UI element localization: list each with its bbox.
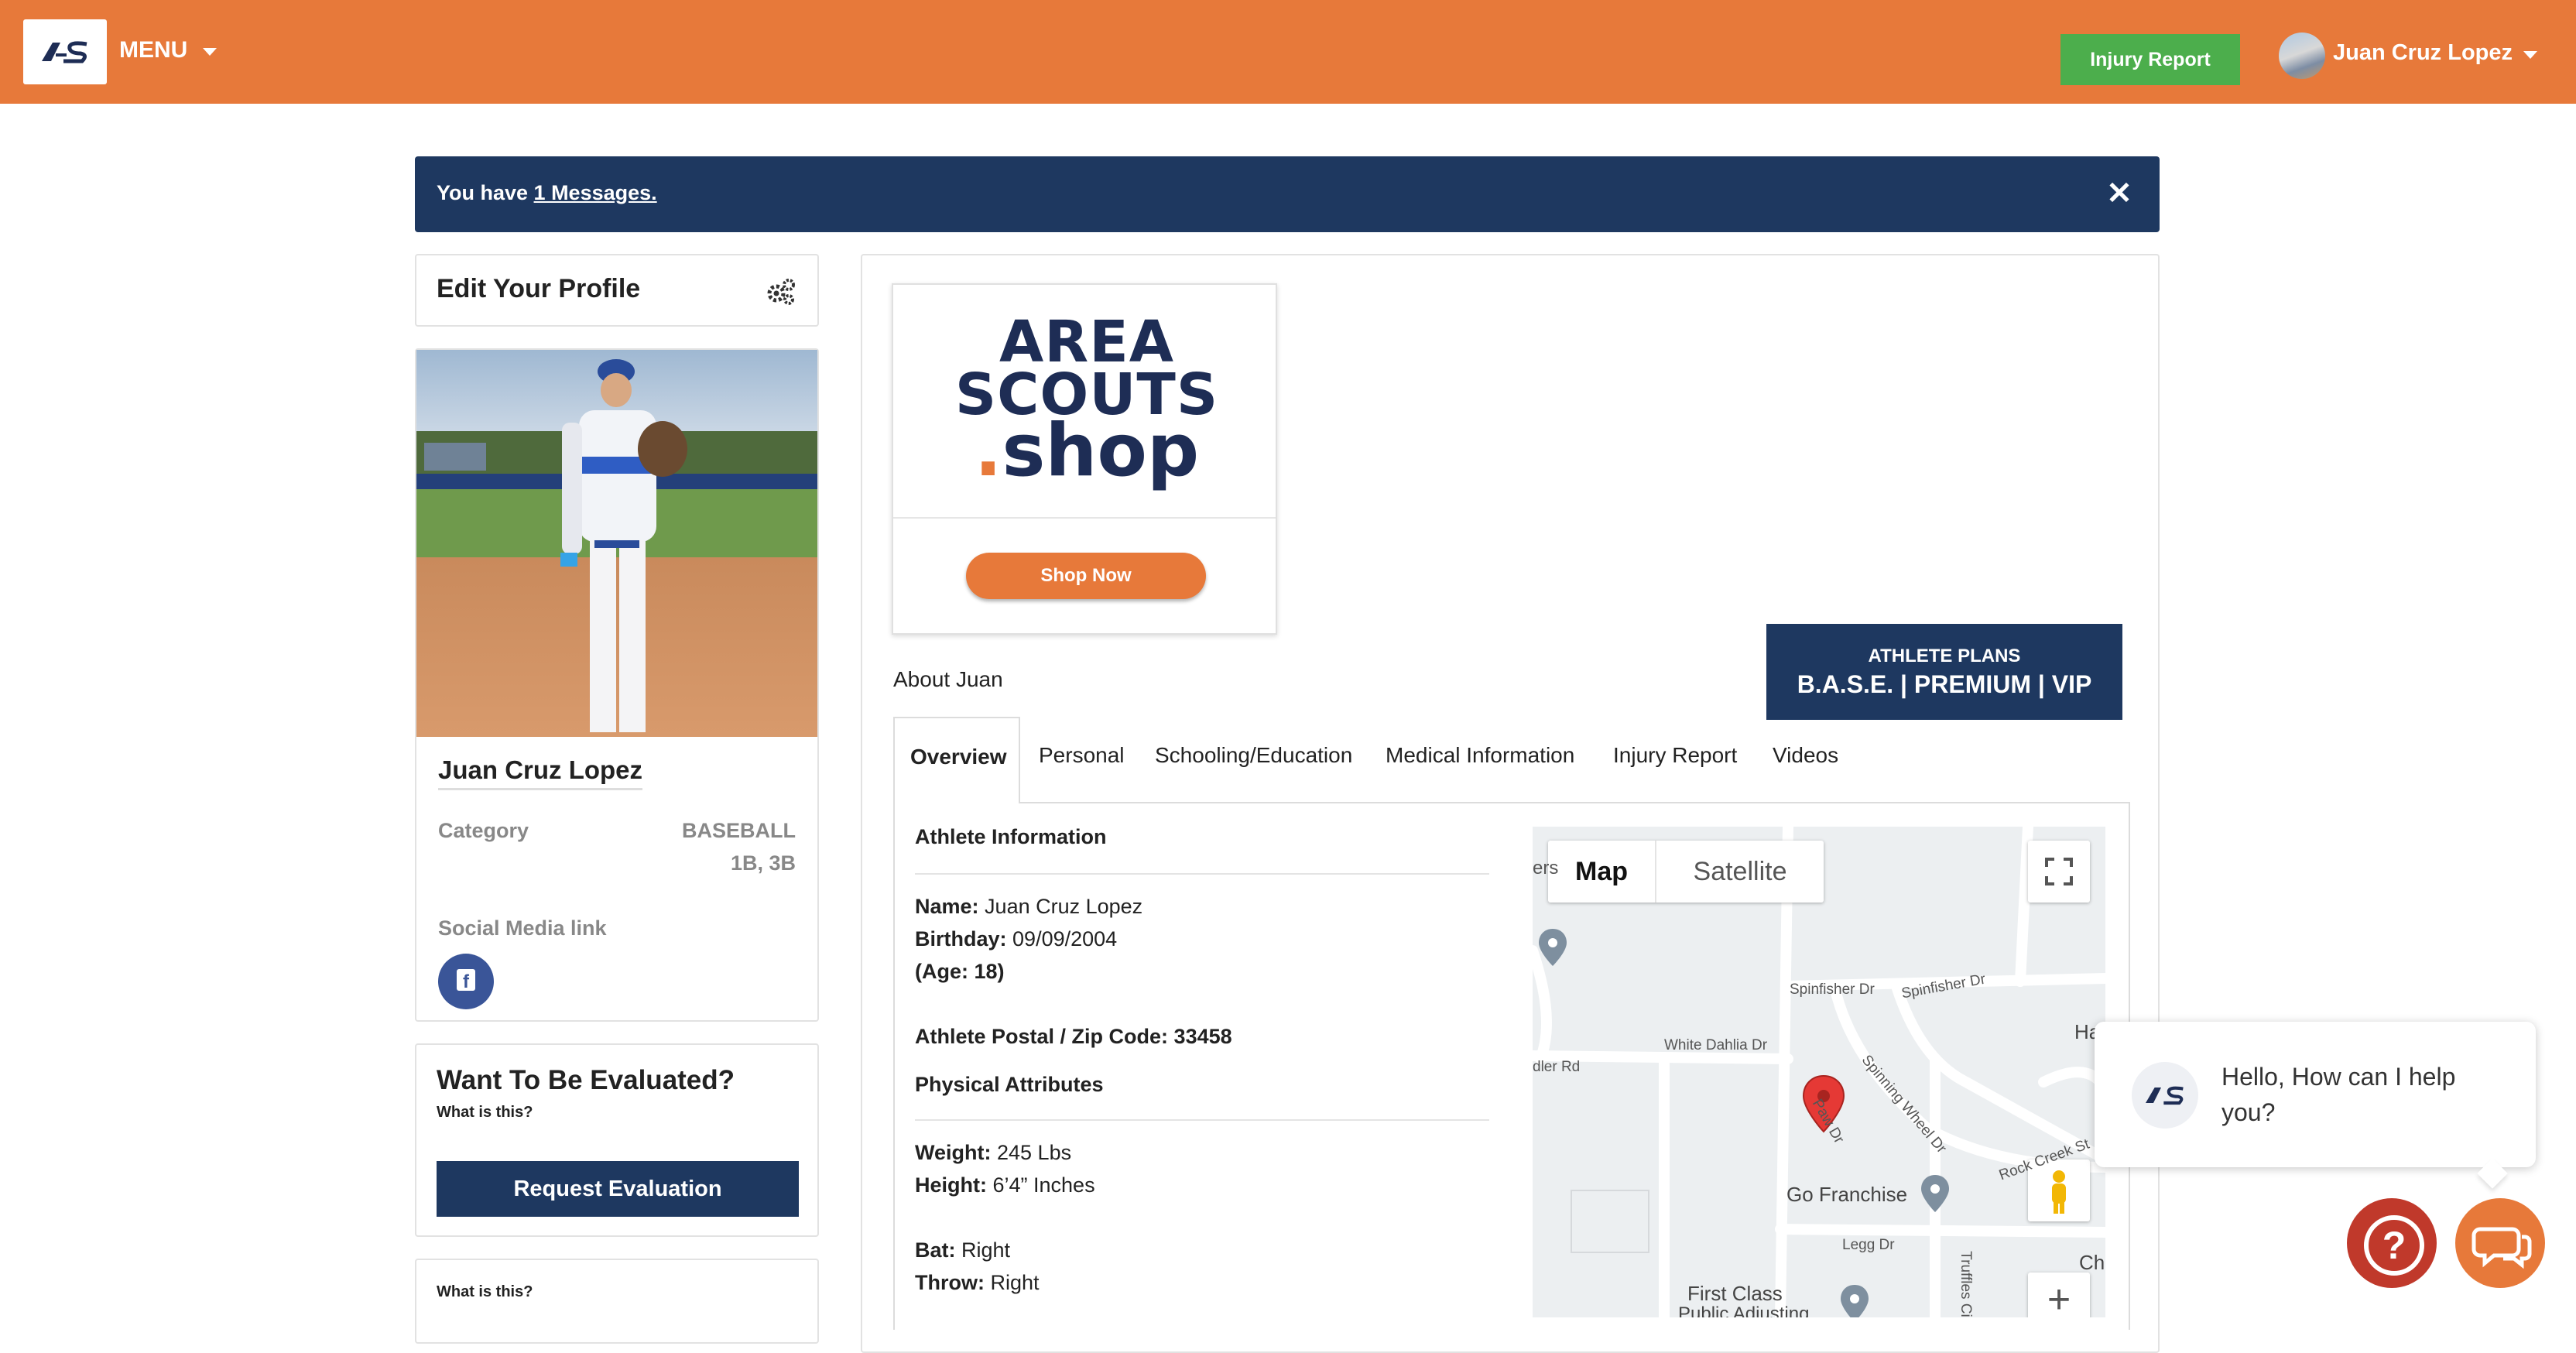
what-is-this-link[interactable]: What is this?: [437, 1104, 533, 1122]
tab-medical-information[interactable]: Medical Information: [1386, 743, 1574, 768]
chevron-down-icon[interactable]: [2523, 51, 2537, 59]
position-value: 1B, 3B: [730, 851, 796, 875]
evaluation-title: Want To Be Evaluated?: [437, 1065, 735, 1095]
postal-row: Athlete Postal / Zip Code: 33458: [915, 1025, 1232, 1048]
tab-overview[interactable]: Overview: [893, 717, 1020, 803]
messages-link[interactable]: 1 Messages.: [534, 181, 657, 204]
tab-injury-report[interactable]: Injury Report: [1613, 743, 1737, 768]
profile-name: Juan Cruz Lopez: [438, 755, 643, 790]
request-evaluation-button[interactable]: Request Evaluation: [437, 1161, 799, 1217]
place-pin-icon: [1537, 927, 1568, 971]
divider: [915, 873, 1489, 875]
place-label: Public Adjusting: [1678, 1303, 1810, 1317]
shop-now-button[interactable]: Shop Now: [966, 553, 1206, 599]
shop-ad-card: AREA SCOUTS .shop Shop Now: [892, 283, 1277, 635]
physical-attributes-heading: Physical Attributes: [915, 1073, 1104, 1096]
chat-greeting-text: Hello, How can I help you?: [2221, 1063, 2456, 1126]
shop-logo-dot: .: [974, 409, 1002, 494]
close-icon[interactable]: ✕: [2105, 178, 2133, 209]
messages-alert: You have 1 Messages. ✕: [415, 156, 2160, 232]
place-pin-icon: [1839, 1283, 1870, 1317]
user-menu-name[interactable]: Juan Cruz Lopez: [2333, 40, 2513, 66]
help-question-icon[interactable]: ?: [2347, 1198, 2437, 1288]
social-media-label: Social Media link: [438, 916, 607, 940]
athlete-plans-banner[interactable]: ATHLETE PLANS B.A.S.E. | PREMIUM | VIP: [1766, 624, 2122, 720]
injury-report-button[interactable]: Injury Report: [2060, 34, 2240, 85]
name-row: Name: Juan Cruz Lopez: [915, 895, 1143, 918]
road-label: Legg Dr: [1842, 1237, 1895, 1253]
evaluation-card: Want To Be Evaluated? What is this? Requ…: [415, 1043, 819, 1237]
map-button[interactable]: Map: [1548, 841, 1656, 903]
shop-logo-word: shop: [1002, 409, 1200, 494]
edit-profile-card[interactable]: Edit Your Profile: [415, 254, 819, 327]
satellite-button[interactable]: Satellite: [1656, 841, 1824, 903]
weight-row: Weight: 245 Lbs: [915, 1141, 1072, 1164]
avatar[interactable]: [2279, 33, 2325, 79]
what-is-this-link[interactable]: What is this?: [437, 1283, 533, 1301]
age-row: (Age: 18): [915, 960, 1005, 983]
top-navbar: MENU Injury Report Juan Cruz Lopez: [0, 0, 2576, 104]
place-label: First Class: [1687, 1282, 1783, 1305]
place-label: Go Franchise: [1786, 1183, 1908, 1206]
location-map[interactable]: Map Satellite + Spinfisher Dr Spinfisher…: [1533, 827, 2105, 1317]
birthday-row: Birthday: 09/09/2004: [915, 927, 1118, 951]
place-label: Ch: [2079, 1251, 2105, 1274]
category-value: BASEBALL: [682, 819, 796, 842]
bat-row: Bat: Right: [915, 1238, 1011, 1262]
place-pin-icon: [1920, 1173, 1951, 1218]
messages-text: You have 1 Messages.: [437, 181, 657, 205]
plans-title: ATHLETE PLANS: [1868, 646, 2021, 666]
road-label: Truffles Ci: [1957, 1251, 1974, 1317]
athlete-information-heading: Athlete Information: [915, 825, 1107, 848]
road-label: ers: [1533, 858, 1559, 879]
shop-logo-line1: AREA: [999, 309, 1175, 375]
chat-open-icon[interactable]: [2455, 1198, 2545, 1288]
road-label: dler Rd: [1533, 1059, 1581, 1075]
facebook-icon[interactable]: f: [438, 954, 494, 1009]
area-scouts-shop-logo: AREA SCOUTS .shop: [932, 309, 1242, 488]
height-row: Height: 6’4” Inches: [915, 1173, 1095, 1197]
area-scouts-logo[interactable]: [23, 19, 107, 84]
throw-row: Throw: Right: [915, 1271, 1040, 1294]
road-label: Spinfisher Dr: [1790, 981, 1875, 998]
fullscreen-icon[interactable]: [2028, 841, 2090, 903]
info-card: What is this?: [415, 1259, 819, 1344]
gears-icon[interactable]: [766, 279, 796, 309]
tab-videos[interactable]: Videos: [1773, 743, 1838, 768]
edit-profile-title: Edit Your Profile: [437, 274, 641, 303]
profile-card: Juan Cruz Lopez Category BASEBALL 1B, 3B…: [415, 348, 819, 1022]
divider: [915, 1119, 1489, 1121]
road-label: White Dahlia Dr: [1664, 1037, 1768, 1053]
chevron-down-icon[interactable]: [203, 48, 217, 56]
tab-personal[interactable]: Personal: [1039, 743, 1125, 768]
category-label: Category: [438, 819, 529, 842]
messages-prefix: You have: [437, 181, 534, 204]
chat-agent-avatar: [2132, 1062, 2198, 1129]
divider: [893, 517, 1276, 519]
menu-toggle[interactable]: MENU: [119, 37, 187, 63]
map-type-control: Map Satellite: [1548, 841, 1824, 903]
chat-bubble-tail: [2477, 1158, 2508, 1189]
plans-tiers: B.A.S.E. | PREMIUM | VIP: [1797, 670, 2092, 698]
chat-greeting-popup[interactable]: Hello, How can I help you?: [2095, 1022, 2536, 1189]
tab-schooling-education[interactable]: Schooling/Education: [1155, 743, 1352, 768]
zoom-in-button[interactable]: +: [2028, 1273, 2090, 1317]
shop-logo-line3: .shop: [932, 415, 1242, 488]
about-heading: About Juan: [893, 667, 1003, 691]
athlete-photo: [416, 350, 817, 737]
